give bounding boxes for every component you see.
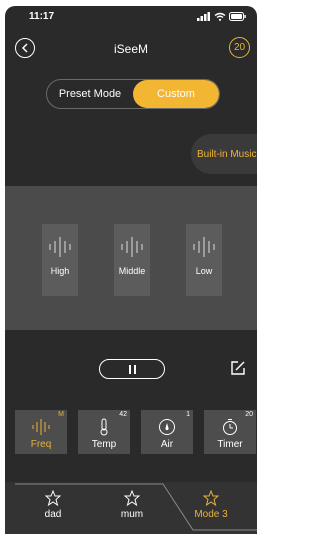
- feature-row: M Freq 42 Temp 1 Air 20 Timer: [15, 410, 256, 456]
- status-bar: 11:17: [5, 6, 257, 28]
- builtin-music-button[interactable]: Built-in Music: [191, 134, 257, 174]
- feature-timer[interactable]: 20 Timer: [204, 410, 256, 454]
- star-icon: [45, 490, 61, 506]
- star-icon: [203, 490, 219, 506]
- battery-icon: [229, 12, 246, 21]
- tab-mum[interactable]: mum: [102, 490, 162, 520]
- eq-band-high[interactable]: High: [42, 224, 78, 296]
- tab-label: mum: [120, 509, 144, 520]
- mode-tab-bar: dad mum Mode 3: [5, 482, 257, 534]
- nav-bar: iSeeM 20: [5, 34, 257, 62]
- waveform-icon: [49, 237, 71, 257]
- feature-freq[interactable]: M Freq: [15, 410, 67, 454]
- waveform-icon: [193, 237, 215, 257]
- eq-band-label: High: [50, 266, 70, 276]
- count-badge[interactable]: 20: [229, 37, 250, 58]
- eq-band-middle[interactable]: Middle: [114, 224, 150, 296]
- feature-sup: 20: [245, 411, 253, 418]
- feature-air[interactable]: 1 Air: [141, 410, 193, 454]
- custom-mode-button[interactable]: Custom: [133, 80, 219, 108]
- wifi-icon: [214, 12, 226, 21]
- feature-sup: 1: [186, 411, 190, 418]
- tab-dad[interactable]: dad: [23, 490, 83, 520]
- tab-label: dad: [44, 509, 62, 520]
- status-time: 11:17: [29, 11, 55, 22]
- pause-icon: [128, 364, 131, 374]
- gauge-icon: [159, 419, 175, 435]
- equalizer-panel: High Middle Low: [5, 186, 257, 330]
- feature-label: Air: [160, 439, 174, 450]
- feature-label: Freq: [30, 439, 52, 450]
- eq-band-label: Middle: [118, 266, 146, 276]
- waveform-icon: [32, 419, 50, 435]
- eq-band-low[interactable]: Low: [186, 224, 222, 296]
- mode-toggle: Preset Mode Custom: [46, 79, 220, 109]
- thermometer-icon: [100, 418, 108, 436]
- feature-label: Temp: [91, 439, 117, 450]
- signal-icon: [197, 12, 210, 21]
- tab-label: Mode 3: [194, 509, 228, 520]
- pause-icon: [133, 364, 136, 374]
- app-screen: 11:17 iSeeM 20 Preset Mode Custom Built-…: [5, 6, 257, 534]
- feature-temp[interactable]: 42 Temp: [78, 410, 130, 454]
- preset-mode-button[interactable]: Preset Mode: [47, 80, 133, 108]
- page-title: iSeeM: [113, 42, 148, 56]
- timer-icon: [223, 419, 237, 435]
- status-icons: [197, 12, 247, 21]
- pause-button[interactable]: [99, 359, 165, 379]
- feature-sup: 42: [119, 411, 127, 418]
- edit-icon[interactable]: [230, 360, 246, 376]
- waveform-icon: [121, 237, 143, 257]
- feature-label: Timer: [217, 439, 243, 450]
- feature-sup: M: [58, 411, 64, 418]
- tab-mode-3[interactable]: Mode 3: [181, 490, 241, 520]
- star-icon: [124, 490, 140, 506]
- eq-band-label: Low: [195, 266, 213, 276]
